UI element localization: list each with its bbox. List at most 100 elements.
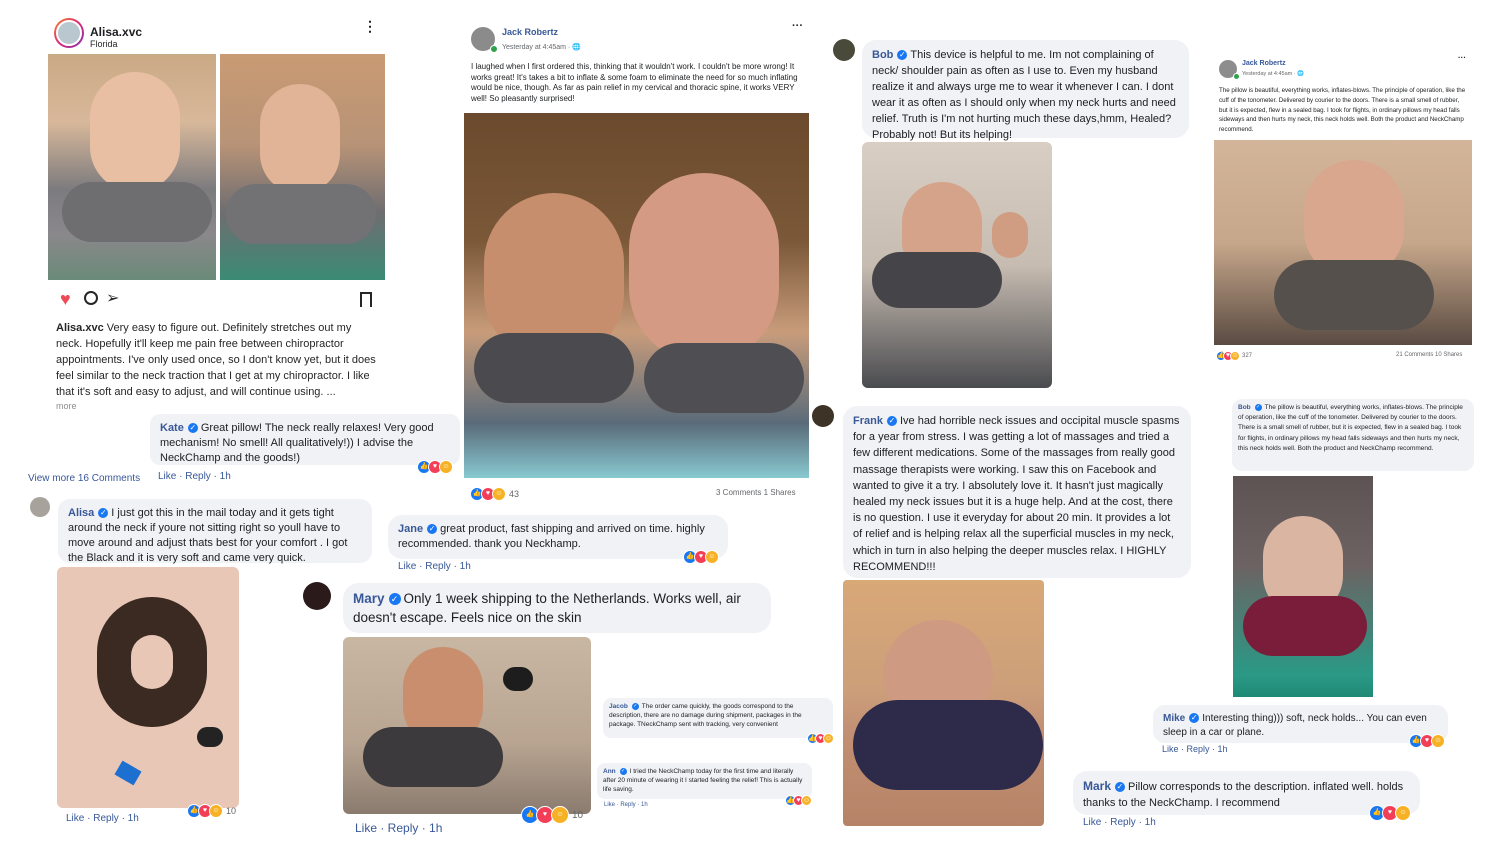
comment-jacob: Jacob ✓ The order came quickly, the goods …: [603, 698, 833, 738]
ig-photo-side: [220, 54, 385, 280]
post-time[interactable]: Yesterday at 4:45am · 🌐: [502, 43, 581, 51]
commenter-name[interactable]: Frank: [853, 415, 883, 427]
post-author-name[interactable]: Jack Robertz: [1242, 60, 1286, 67]
comment-actions[interactable]: Like · Reply · 1h: [355, 821, 442, 835]
comment-text: Interesting thing))) soft, neck holds...…: [1163, 713, 1427, 738]
commenter-name[interactable]: Ann: [603, 768, 616, 775]
reaction-count: 10: [572, 809, 584, 821]
haha-reaction-icon: ☺: [1431, 734, 1445, 748]
mary-photo: [343, 637, 591, 814]
comment-text: Only 1 week shipping to the Netherlands.…: [353, 591, 741, 625]
post-text: The pillow is beautiful, everything work…: [1219, 87, 1466, 134]
verified-badge-icon: ✓: [98, 508, 109, 518]
ig-photo-front: [48, 54, 216, 280]
commenter-name[interactable]: Bob: [1238, 404, 1251, 411]
comment-alisa: Alisa ✓ I just got this in the mail today …: [58, 499, 372, 564]
alisa-product-photo: [57, 567, 239, 808]
comment-text: great product, fast shipping and arrived…: [398, 523, 705, 550]
reactions[interactable]: 👍 ♥ ☺: [683, 550, 719, 564]
comment-text: Great pillow! The neck really relaxes! V…: [160, 422, 434, 464]
reactions[interactable]: 👍 ♥ ☺ 327: [1216, 351, 1253, 361]
reactions[interactable]: 👍 ♥ ☺: [807, 733, 834, 744]
online-dot-icon: [490, 45, 498, 53]
jack-couple-photo: [464, 113, 809, 478]
like-heart-icon[interactable]: ♥: [60, 289, 71, 310]
ig-more-link[interactable]: more: [56, 401, 77, 411]
reactions[interactable]: 👍 ♥ ☺: [785, 795, 812, 806]
reaction-count: 10: [226, 806, 237, 816]
post-author-name[interactable]: Jack Robertz: [502, 27, 558, 37]
verified-badge-icon: ✓: [619, 768, 627, 775]
haha-reaction-icon: ☺: [209, 804, 223, 818]
commenter-name[interactable]: Mary: [353, 591, 385, 606]
comment-jane: Jane ✓ great product, fast shipping and ar…: [388, 515, 728, 559]
ig-caption: Alisa.xvc Very easy to figure out. Defin…: [56, 320, 378, 400]
commenter-name[interactable]: Jane: [398, 523, 423, 535]
haha-reaction-icon: ☺: [801, 795, 812, 806]
commenter-avatar[interactable]: [812, 405, 834, 427]
reactions[interactable]: 👍 ♥ ☺ 10: [187, 804, 237, 818]
haha-reaction-icon: ☺: [492, 487, 506, 501]
comment-actions[interactable]: Like · Reply · 1h: [1162, 744, 1228, 754]
comment-actions[interactable]: Like · Reply · 1h: [158, 471, 231, 482]
post-time[interactable]: Yesterday at 4:45am · 🌐: [1242, 71, 1304, 77]
haha-reaction-icon: ☺: [1230, 351, 1240, 361]
post-options-icon[interactable]: ···: [792, 20, 803, 32]
haha-reaction-icon: ☺: [823, 733, 834, 744]
commenter-name[interactable]: Mike: [1163, 713, 1185, 724]
commenter-avatar[interactable]: [833, 39, 855, 61]
commenter-name[interactable]: Alisa: [68, 507, 94, 519]
more-options-icon[interactable]: ⋮: [363, 19, 377, 33]
verified-badge-icon: ✓: [1189, 713, 1200, 723]
ig-username[interactable]: Alisa.xvc: [90, 25, 142, 39]
comment-text: I just got this in the mail today and it…: [68, 507, 348, 564]
commenter-avatar[interactable]: [30, 497, 50, 517]
comment-text: Pillow corresponds to the description. i…: [1083, 781, 1404, 809]
comment-actions[interactable]: Like · Reply · 1h: [66, 813, 139, 824]
ig-location[interactable]: Florida: [90, 39, 118, 49]
frank-photo: [843, 580, 1044, 826]
post-text: I laughed when I first ordered this, thi…: [471, 62, 798, 103]
post-stats[interactable]: 21 Comments 10 Shares: [1396, 352, 1462, 358]
verified-badge-icon: ✓: [187, 423, 198, 433]
reaction-count: 327: [1242, 353, 1253, 359]
commenter-name[interactable]: Mark: [1083, 779, 1111, 793]
share-icon[interactable]: ➢: [106, 288, 119, 308]
comment-mark: Mark ✓ Pillow corresponds to the descripti…: [1073, 771, 1420, 815]
reactions[interactable]: 👍 ♥ ☺: [417, 460, 453, 474]
ig-caption-user[interactable]: Alisa.xvc: [56, 322, 104, 334]
haha-reaction-icon: ☺: [439, 460, 453, 474]
comment-frank: Frank ✓ Ive had horrible neck issues and o…: [843, 406, 1191, 578]
comment-icon[interactable]: [84, 291, 98, 305]
reactions[interactable]: 👍 ♥ ☺ 10: [521, 806, 584, 824]
comment-text: This device is helpful to me. Im not com…: [872, 49, 1176, 141]
view-more-comments-link[interactable]: View more 16 Comments: [28, 473, 140, 484]
comment-mary: Mary ✓ Only 1 week shipping to the Netherl…: [343, 583, 771, 633]
comment-kate: Kate ✓ Great pillow! The neck really relax…: [150, 414, 460, 465]
verified-badge-icon: ✓: [631, 703, 639, 710]
post-options-icon[interactable]: ···: [1458, 53, 1466, 62]
commenter-name[interactable]: Jacob: [609, 703, 628, 710]
globe-icon: 🌐: [572, 44, 581, 51]
commenter-name[interactable]: Bob: [872, 49, 893, 61]
bookmark-icon[interactable]: [360, 292, 372, 307]
haha-reaction-icon: ☺: [1395, 805, 1411, 821]
comment-actions[interactable]: Like · Reply · 1h: [1083, 817, 1156, 828]
verified-badge-icon: ✓: [388, 593, 401, 605]
commenter-name[interactable]: Kate: [160, 422, 184, 434]
jack2-photo: [1214, 140, 1472, 345]
ig-avatar[interactable]: [54, 18, 84, 48]
reactions[interactable]: 👍 ♥ ☺: [1369, 805, 1411, 821]
verified-badge-icon: ✓: [1115, 782, 1126, 792]
haha-reaction-icon: ☺: [705, 550, 719, 564]
post-stats[interactable]: 3 Comments 1 Shares: [716, 488, 796, 497]
comment-actions[interactable]: Like · Reply · 1h: [604, 802, 648, 808]
comment-text: The pillow is beautiful, everything work…: [1238, 404, 1463, 452]
comment-mike: Mike ✓ Interesting thing))) soft, neck hol…: [1153, 705, 1448, 743]
reactions[interactable]: 👍 ♥ ☺: [1409, 734, 1445, 748]
globe-icon: 🌐: [1297, 71, 1304, 77]
comment-actions[interactable]: Like · Reply · 1h: [398, 561, 471, 572]
comment-bob-2: Bob ✓ The pillow is beautiful, everything …: [1232, 399, 1474, 471]
reactions[interactable]: 👍 ♥ ☺ 43: [470, 487, 519, 501]
commenter-avatar[interactable]: [303, 582, 331, 610]
